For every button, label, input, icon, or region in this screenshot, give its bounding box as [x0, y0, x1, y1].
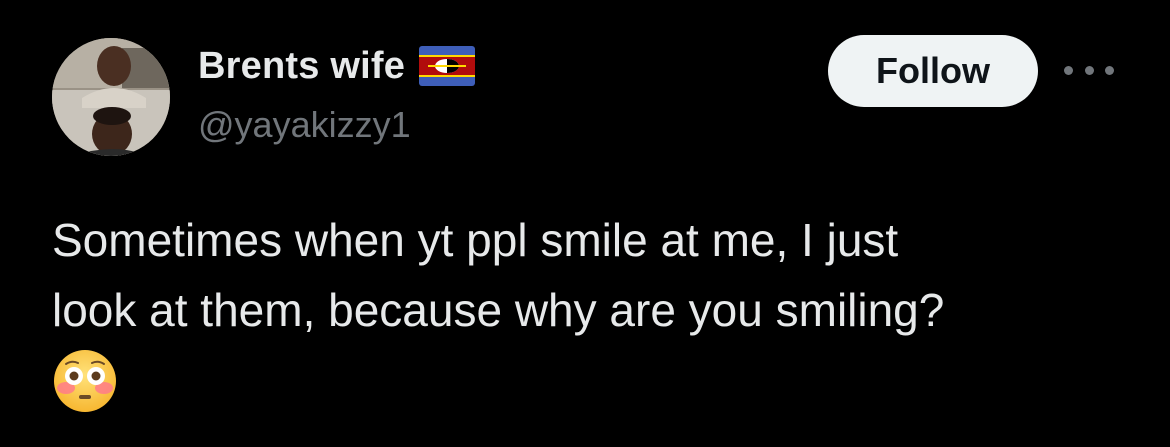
- more-dot: [1084, 65, 1094, 75]
- display-name[interactable]: Brents wife: [198, 45, 405, 88]
- author-handle[interactable]: @yayakizzy1: [198, 104, 411, 146]
- eswatini-flag-icon: [419, 46, 476, 86]
- more-options-icon[interactable]: [1064, 58, 1114, 82]
- flushed-face-emoji: [52, 348, 118, 414]
- avatar-photo: [52, 38, 170, 156]
- more-dot: [1064, 65, 1073, 75]
- author-name-row: Brents wife: [198, 42, 476, 90]
- tweet-card: Brents wife @yayakizzy1 Follow Sometimes…: [0, 0, 1170, 447]
- tweet-text: Sometimes when yt ppl smile at me, I jus…: [52, 214, 945, 336]
- follow-button[interactable]: Follow: [828, 35, 1038, 107]
- more-dot: [1105, 65, 1114, 75]
- avatar[interactable]: [52, 38, 170, 156]
